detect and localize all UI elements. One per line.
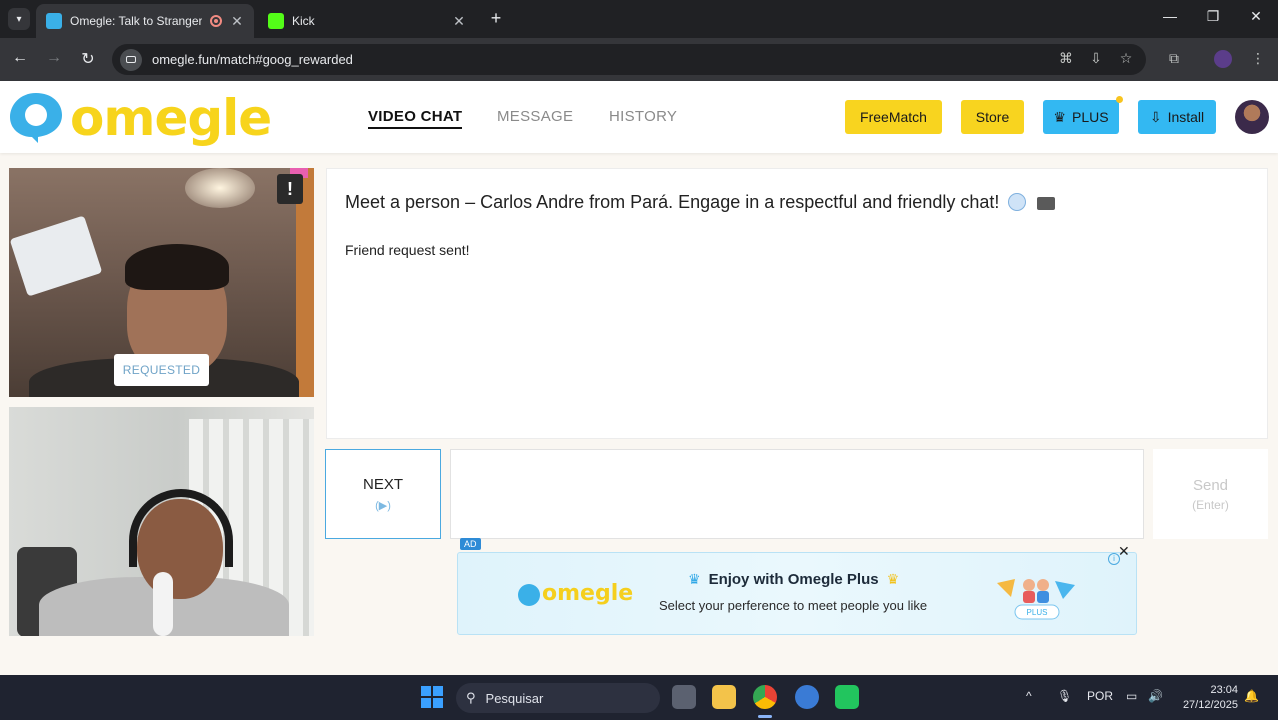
requested-badge[interactable]: REQUESTED: [114, 354, 209, 386]
close-tab-icon[interactable]: ✕: [230, 13, 244, 30]
ad-logo-text: omegle: [542, 581, 634, 606]
chat-log: Meet a person – Carlos Andre from Pará. …: [326, 168, 1268, 439]
chat-headline: Meet a person – Carlos Andre from Pará. …: [345, 192, 1056, 213]
air-conditioner: [9, 215, 103, 297]
install-app-icon[interactable]: ⇩: [1086, 50, 1106, 67]
message-input[interactable]: [450, 449, 1144, 539]
volume-icon[interactable]: 🔊: [1148, 689, 1163, 703]
logo-text[interactable]: omegle: [70, 89, 272, 147]
windows-start-icon[interactable]: [421, 686, 443, 708]
site-header: omegle VIDEO CHAT MESSAGE HISTORY FreeMa…: [0, 81, 1278, 153]
headline-text: Meet a person – Carlos Andre from Pará. …: [345, 192, 1000, 212]
plus-button[interactable]: ♛ PLUS: [1043, 100, 1119, 134]
close-window-icon[interactable]: ✕: [1246, 8, 1266, 25]
globe-icon: [1008, 193, 1027, 211]
kick-favicon-icon: [268, 13, 284, 29]
extensions-icon[interactable]: ⧉: [1164, 50, 1184, 67]
tab-search-button[interactable]: ▾: [8, 8, 30, 30]
new-tab-button[interactable]: +: [486, 8, 506, 29]
browser-toolbar: ← → ↻ omegle.fun/match#goog_rewarded ⌘ ⇩…: [0, 38, 1278, 81]
restore-icon[interactable]: ❐: [1203, 8, 1223, 25]
omegle-logo-icon[interactable]: [8, 91, 64, 143]
date: 27/12/2025: [1182, 699, 1238, 711]
close-tab-icon[interactable]: ✕: [452, 13, 466, 30]
download-icon: ⇩: [1149, 108, 1162, 125]
ad-title-text: Enjoy with Omegle Plus: [708, 571, 879, 588]
tab-title: Kick: [292, 14, 315, 28]
crown-icon: ♛: [886, 571, 900, 587]
omegle-logo-icon: [518, 584, 540, 606]
taskbar-search[interactable]: ⚲ Pesquisar: [456, 683, 660, 713]
tab-kick[interactable]: Kick ✕: [258, 4, 476, 38]
back-icon[interactable]: ←: [10, 49, 30, 67]
search-placeholder: Pesquisar: [485, 690, 544, 706]
chrome-icon[interactable]: [753, 685, 777, 709]
install-button[interactable]: ⇩ Install: [1138, 100, 1216, 134]
ad-label: AD: [460, 538, 481, 550]
microphone-icon[interactable]: 🎙: [1057, 689, 1072, 703]
plus-label: PLUS: [1071, 109, 1109, 125]
notification-dot: [1116, 96, 1123, 103]
send-label: Send: [1192, 476, 1229, 494]
ad-banner[interactable]: omegle ♛ Enjoy with Omegle Plus ♛ Select…: [457, 552, 1137, 635]
url-text: omegle.fun/match#goog_rewarded: [152, 52, 353, 67]
nav-history[interactable]: HISTORY: [609, 108, 677, 125]
nav-video-chat[interactable]: VIDEO CHAT: [368, 108, 463, 129]
task-view-icon[interactable]: [672, 685, 696, 709]
stranger-hair: [125, 244, 229, 290]
store-label: Store: [975, 109, 1010, 125]
self-video: [9, 407, 314, 636]
taskbar: ⚲ Pesquisar ^ 🎙 POR ▭ 🔊 23:04 27/12/2025…: [0, 675, 1278, 720]
file-explorer-icon[interactable]: [712, 685, 736, 709]
search-icon: ⚲: [466, 690, 476, 705]
chevron-up-icon[interactable]: ^: [1026, 689, 1032, 703]
send-hint: (Enter): [1192, 497, 1229, 512]
user-avatar[interactable]: [1235, 100, 1269, 134]
clock[interactable]: 23:04 27/12/2025: [1178, 683, 1238, 713]
ad-info-icon[interactable]: i: [1108, 553, 1120, 565]
active-app-indicator: [758, 715, 772, 718]
install-label: Install: [1167, 109, 1205, 125]
site-info-icon[interactable]: [120, 48, 142, 71]
app-icon[interactable]: [835, 685, 859, 709]
camera-icon: [1037, 197, 1056, 210]
ceiling-lamp: [185, 168, 255, 208]
freematch-button[interactable]: FreeMatch: [845, 100, 942, 134]
crown-icon: ♛: [1053, 108, 1066, 125]
plus-illustration: PLUS: [997, 579, 1075, 620]
ad-title: ♛ Enjoy with Omegle Plus ♛: [688, 571, 899, 588]
plus-badge-text: PLUS: [1027, 608, 1048, 617]
freematch-label: FreeMatch: [860, 109, 927, 125]
network-icon[interactable]: ▭: [1126, 689, 1137, 703]
send-button[interactable]: Send (Enter): [1153, 449, 1268, 539]
menu-kebab-icon[interactable]: ⋮: [1248, 50, 1268, 67]
browser-tabbar: ▾ Omegle: Talk to Strangers w ✕ Kick ✕ +…: [0, 0, 1278, 38]
next-hint: (▶): [375, 500, 391, 512]
microphone: [153, 572, 173, 636]
language-indicator[interactable]: POR: [1087, 689, 1113, 703]
bookmark-star-icon[interactable]: ☆: [1116, 50, 1136, 67]
notification-bell-icon[interactable]: 🔔: [1244, 689, 1259, 703]
store-button[interactable]: Store: [961, 100, 1024, 134]
next-label: NEXT: [362, 476, 403, 493]
profile-avatar-icon[interactable]: [1214, 50, 1232, 68]
address-bar[interactable]: omegle.fun/match#goog_rewarded: [112, 44, 1146, 75]
translate-icon[interactable]: ⌘: [1056, 50, 1076, 67]
omegle-favicon-icon: [46, 13, 62, 29]
report-icon[interactable]: !: [277, 174, 303, 204]
forward-icon[interactable]: →: [44, 49, 64, 67]
tab-omegle[interactable]: Omegle: Talk to Strangers w ✕: [36, 4, 254, 38]
chat-status: Friend request sent!: [345, 242, 470, 258]
nav-message[interactable]: MESSAGE: [497, 108, 573, 125]
reload-icon[interactable]: ↻: [78, 49, 98, 69]
tab-title: Omegle: Talk to Strangers w: [70, 14, 202, 28]
time: 23:04: [1210, 684, 1238, 696]
next-button[interactable]: NEXT (▶): [325, 449, 441, 539]
app-icon[interactable]: [795, 685, 819, 709]
stranger-video: ! REQUESTED: [9, 168, 314, 397]
recording-icon: [210, 15, 222, 27]
crown-icon: ♛: [688, 571, 701, 587]
ad-subtitle: Select your perference to meet people yo…: [659, 598, 928, 613]
minimize-icon[interactable]: —: [1160, 8, 1180, 24]
